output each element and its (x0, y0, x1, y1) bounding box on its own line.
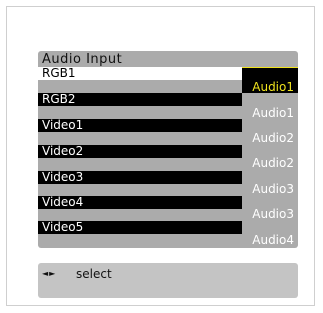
input-label: Video1 (42, 118, 84, 132)
input-label: Video3 (42, 170, 84, 184)
input-row-video5[interactable]: Video5 (38, 221, 242, 234)
input-row-video1[interactable]: Video1 (38, 119, 242, 132)
audio-value-video4[interactable]: Audio3 (234, 207, 294, 221)
input-label: Video4 (42, 195, 84, 209)
input-label: RGB2 (42, 92, 76, 106)
help-footer: ◄► select (38, 263, 298, 298)
audio-value-rgb1[interactable]: Audio1 (234, 80, 294, 94)
audio-value-rgb2[interactable]: Audio1 (234, 106, 294, 120)
input-label: Video5 (42, 220, 84, 234)
input-row-video2[interactable]: Video2 (38, 145, 242, 158)
audio-input-panel: Audio Input RGB1 Audio1 RGB2 Audio1 Vide… (38, 51, 298, 248)
input-row-video4[interactable]: Video4 (38, 196, 242, 209)
input-label: RGB1 (42, 66, 76, 80)
input-label: Video2 (42, 144, 84, 158)
audio-value-video1[interactable]: Audio2 (234, 131, 294, 145)
panel-title: Audio Input (42, 52, 123, 67)
input-row-video3[interactable]: Video3 (38, 171, 242, 184)
input-row-rgb2[interactable]: RGB2 (38, 93, 242, 106)
left-right-arrows-icon: ◄► (42, 269, 57, 278)
footer-hint: select (76, 267, 112, 281)
audio-value-video5[interactable]: Audio4 (234, 233, 294, 247)
selected-audio-underline (242, 67, 298, 68)
input-row-rgb1[interactable]: RGB1 (38, 67, 242, 80)
audio-value-video2[interactable]: Audio2 (234, 156, 294, 170)
audio-value-video3[interactable]: Audio3 (234, 182, 294, 196)
